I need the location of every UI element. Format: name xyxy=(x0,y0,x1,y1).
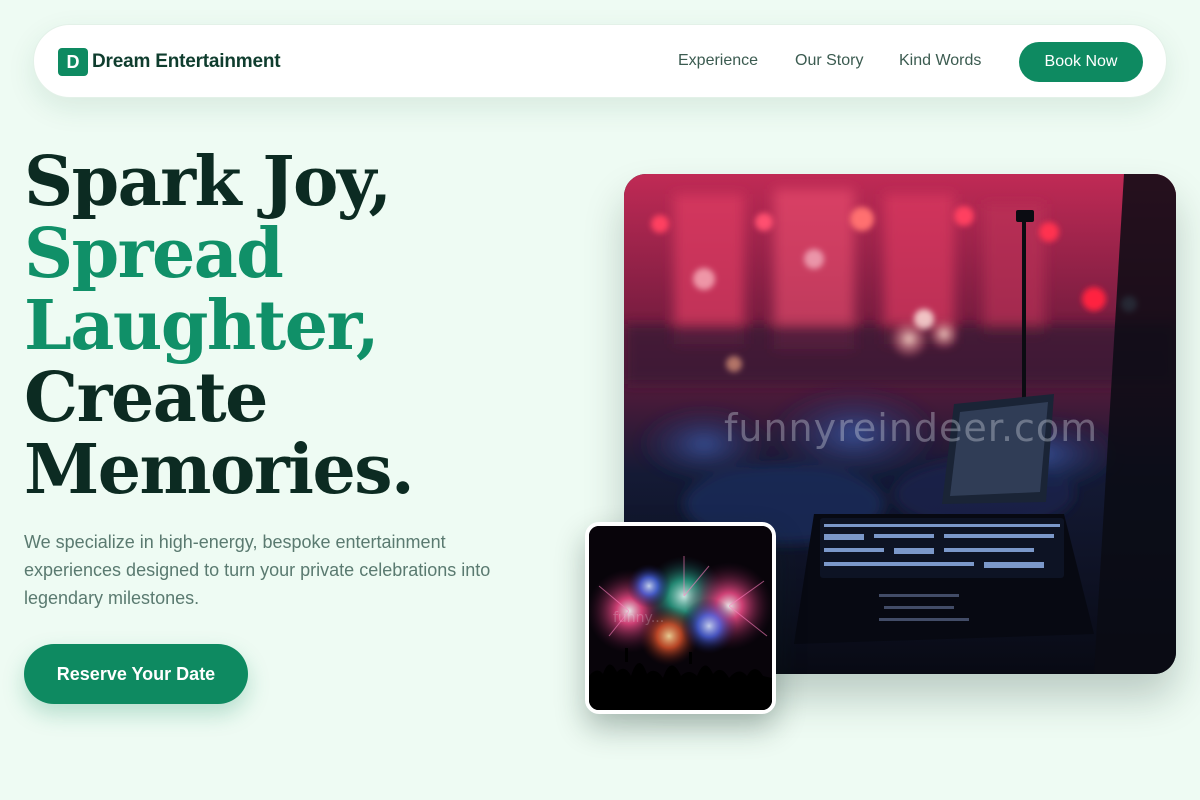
nav-link-experience[interactable]: Experience xyxy=(678,52,758,70)
headline-line-5: Memories. xyxy=(24,430,415,510)
nav-link-our-story[interactable]: Our Story xyxy=(795,52,863,70)
headline-line-2: Spread xyxy=(24,214,284,294)
hero-subtext: We specialize in high-energy, bespoke en… xyxy=(24,532,491,608)
headline-line-4: Create xyxy=(24,358,268,438)
top-navbar: D Dream Entertainment Experience Our Sto… xyxy=(33,24,1167,98)
hero-headline: Spark Joy, Spread Laughter, Create Memor… xyxy=(24,146,584,506)
image-watermark: funnyreindeer.com xyxy=(724,406,1099,450)
brand-logo[interactable]: D Dream Entertainment xyxy=(58,48,281,76)
headline-line-1: Spark Joy, xyxy=(24,142,392,222)
reserve-your-date-button[interactable]: Reserve Your Date xyxy=(24,644,248,704)
fireworks-thumbnail: funny... xyxy=(585,522,776,714)
thumbnail-watermark: funny... xyxy=(613,610,665,626)
brand-name: Dream Entertainment xyxy=(92,51,281,72)
book-now-button[interactable]: Book Now xyxy=(1019,42,1143,82)
brand-mark-icon: D xyxy=(58,48,88,76)
nav-link-kind-words[interactable]: Kind Words xyxy=(899,52,981,70)
headline-line-3: Laughter, xyxy=(24,286,380,366)
